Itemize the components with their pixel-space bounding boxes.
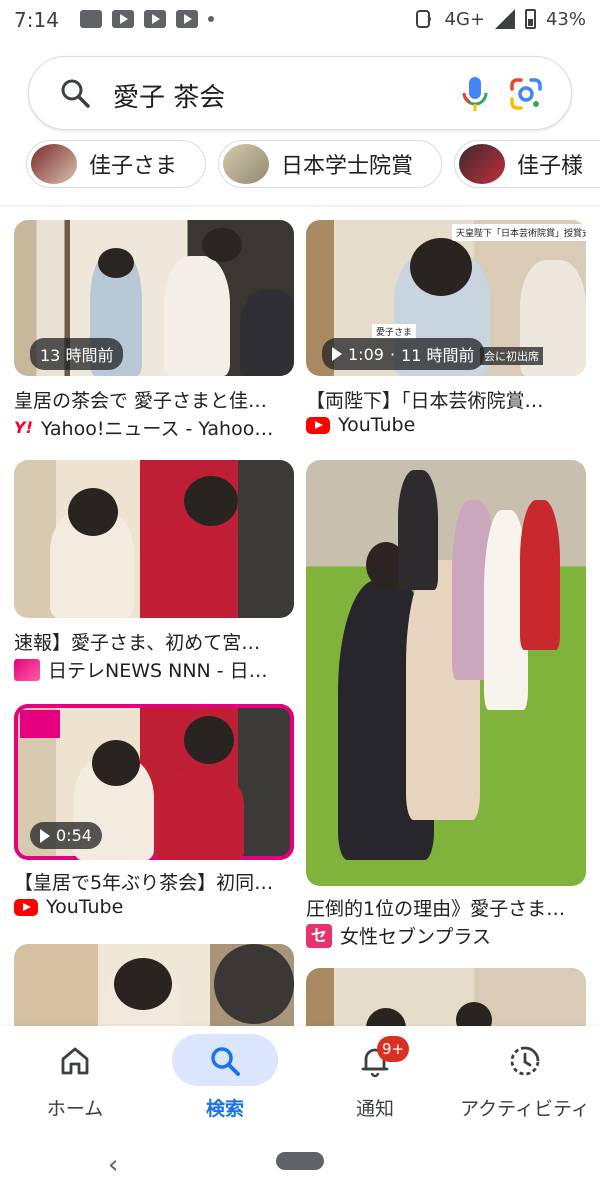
divider xyxy=(0,205,600,207)
person-figure xyxy=(240,290,294,376)
chip-related-search[interactable]: 日本学士院賞 xyxy=(218,140,442,188)
microphone-icon[interactable] xyxy=(459,75,491,113)
nav-notifications[interactable]: 9+ 通知 xyxy=(300,1026,450,1138)
result-source[interactable]: YouTube xyxy=(14,896,298,918)
battery-icon xyxy=(524,9,536,29)
play-icon xyxy=(332,347,342,361)
person-figure xyxy=(114,958,172,1010)
result-title[interactable]: 圧倒的1位の理由》愛子さま… xyxy=(306,894,590,921)
activity-icon xyxy=(510,1046,540,1076)
person-figure xyxy=(184,476,238,526)
person-figure xyxy=(98,248,134,278)
nav-activity[interactable]: アクティビティ xyxy=(450,1026,600,1138)
google-lens-icon[interactable] xyxy=(509,77,543,111)
result-video-thumbnail[interactable]: 天皇陛下「日本芸術院賞」授賞式 愛子さま 1:09 · 11 時間前 会に初出席 xyxy=(306,220,586,376)
status-time: 7:14 xyxy=(14,8,59,32)
ntv-icon xyxy=(14,658,40,681)
youtube-notification-icon xyxy=(112,10,134,28)
search-icon xyxy=(211,1047,240,1076)
result-title[interactable]: 【皇居で5年ぶり茶会】初同… xyxy=(14,868,298,895)
person-figure xyxy=(68,488,118,536)
chip-thumbnail xyxy=(459,144,505,184)
result-image[interactable] xyxy=(306,460,586,886)
bottom-navigation: ホーム 検索 9+ 通知 アクティビティ xyxy=(0,1026,600,1138)
nav-home[interactable]: ホーム xyxy=(0,1026,150,1138)
system-navigation: ‹ xyxy=(0,1138,600,1200)
notification-icons xyxy=(80,10,214,28)
chip-related-search[interactable]: 佳子さま xyxy=(26,140,206,188)
related-chips: 佳子さま 日本学士院賞 佳子様 xyxy=(0,140,600,192)
nav-search[interactable]: 検索 xyxy=(150,1026,300,1138)
youtube-icon xyxy=(14,898,38,916)
battery-percent: 43% xyxy=(545,8,586,30)
person-figure xyxy=(92,740,140,786)
caption-text: 会に初出席 xyxy=(480,347,543,365)
chip-thumbnail xyxy=(31,144,77,184)
gallery-icon xyxy=(80,10,102,28)
chip-related-search[interactable]: 佳子様 xyxy=(454,140,600,188)
result-title[interactable]: 皇居の茶会で 愛子さまと佳… xyxy=(14,386,298,413)
youtube-notification-icon xyxy=(144,10,166,28)
system-icons: 4G+ 43% xyxy=(413,8,586,30)
youtube-notification-icon xyxy=(176,10,198,28)
result-source[interactable]: Y! Yahoo!ニュース - Yahoo… xyxy=(14,414,298,441)
person-figure xyxy=(164,256,230,376)
home-icon xyxy=(61,1047,89,1075)
signal-icon xyxy=(494,9,515,29)
notification-count-badge: 9+ xyxy=(377,1036,409,1062)
nav-notifications-label: 通知 xyxy=(355,1098,394,1120)
yahoo-icon: Y! xyxy=(14,418,33,437)
status-bar: 7:14 4G+ 43% xyxy=(0,0,600,44)
chip-thumbnail xyxy=(223,144,269,184)
person-figure xyxy=(214,944,294,1024)
person-figure xyxy=(184,716,234,764)
result-source[interactable]: YouTube xyxy=(306,414,590,436)
more-notifications-icon xyxy=(208,16,214,22)
person-figure xyxy=(520,500,560,650)
person-figure xyxy=(202,228,242,262)
video-badge: 1:09 · 11 時間前 xyxy=(322,338,485,370)
back-icon[interactable]: ‹ xyxy=(108,1150,118,1180)
search-icon[interactable] xyxy=(59,77,91,109)
search-input[interactable]: 愛子 茶会 xyxy=(113,77,225,114)
chip-label: 佳子さま xyxy=(89,154,178,179)
result-source[interactable]: 日テレNEWS NNN - 日… xyxy=(14,656,298,683)
seven-icon: セ xyxy=(306,923,332,948)
chip-label: 佳子様 xyxy=(517,154,584,179)
result-source[interactable]: セ 女性セブンプラス xyxy=(306,922,590,949)
person-figure xyxy=(140,520,238,618)
result-image[interactable] xyxy=(14,460,294,618)
person-figure xyxy=(410,238,472,296)
person-figure xyxy=(398,470,438,590)
result-video-thumbnail[interactable]: 0:54 xyxy=(14,704,294,860)
person-figure xyxy=(154,770,244,860)
result-title[interactable]: 速報】愛子さま、初めて宮… xyxy=(14,628,298,655)
nav-home-label: ホーム xyxy=(46,1098,104,1120)
chip-label: 日本学士院賞 xyxy=(281,154,414,179)
nav-activity-label: アクティビティ xyxy=(460,1098,590,1120)
result-title[interactable]: 【両陛下】「日本芸術院賞… xyxy=(306,386,590,413)
result-image[interactable]: 13 時間前 xyxy=(14,220,294,376)
nav-search-label: 検索 xyxy=(205,1098,244,1120)
nfc-icon xyxy=(415,10,431,28)
ntv-logo xyxy=(20,710,60,738)
home-gesture-bar[interactable] xyxy=(276,1152,324,1170)
video-badge: 0:54 xyxy=(30,822,102,849)
play-icon xyxy=(40,828,50,843)
caption-name: 愛子さま xyxy=(372,324,417,339)
youtube-icon xyxy=(306,416,330,434)
news-tag: 天皇陛下「日本芸術院賞」授賞式 xyxy=(452,224,586,241)
time-badge: 13 時間前 xyxy=(30,338,124,370)
search-bar[interactable]: 愛子 茶会 xyxy=(28,56,572,130)
network-type: 4G+ xyxy=(444,8,485,30)
